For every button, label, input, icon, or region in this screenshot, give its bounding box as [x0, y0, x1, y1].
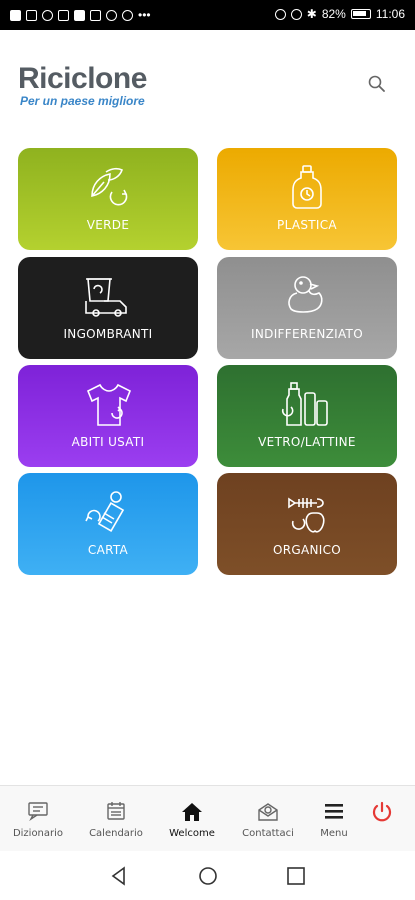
- signal-icon: [26, 9, 37, 21]
- system-navigation-bar: [0, 851, 415, 900]
- bluetooth-icon: ✱: [306, 7, 317, 21]
- home-button-icon[interactable]: [197, 865, 219, 887]
- category-tile-abiti-usati[interactable]: ABITI USATI: [18, 365, 198, 467]
- dictionary-icon: [28, 802, 48, 821]
- tab-label: Welcome: [169, 828, 215, 839]
- category-label: ORGANICO: [272, 543, 342, 557]
- bottles-cans-icon: [281, 382, 328, 426]
- home-icon: [182, 803, 202, 821]
- notification-icon: [74, 9, 85, 21]
- system-icons: ✱ 82% 11:06: [274, 7, 405, 21]
- telegram-icon: [122, 9, 133, 21]
- category-tile-plastica[interactable]: PLASTICA: [217, 148, 397, 250]
- category-label: VERDE: [86, 218, 130, 232]
- battery-icon: [350, 9, 371, 19]
- leaves-recycle-icon: [91, 167, 128, 206]
- category-label: INGOMBRANTI: [63, 327, 153, 341]
- wifi-icon: [42, 9, 53, 21]
- notification-icon: [58, 9, 69, 21]
- category-tile-vetro-lattine[interactable]: VETRO/LATTINE: [217, 365, 397, 467]
- tab-label: Calendario: [89, 828, 143, 839]
- category-tile-verde[interactable]: VERDE: [18, 148, 198, 250]
- plastic-bottle-icon: [292, 165, 322, 209]
- tab-label: Dizionario: [12, 828, 64, 839]
- category-label: PLASTICA: [277, 218, 337, 232]
- notification-icons: •••: [10, 8, 151, 22]
- category-label: INDIFFERENZIATO: [251, 327, 363, 341]
- power-icon: [372, 801, 392, 822]
- search-icon[interactable]: [367, 74, 387, 94]
- category-label: VETRO/LATTINE: [258, 435, 356, 449]
- category-tile-organico[interactable]: ORGANICO: [217, 473, 397, 575]
- tab-welcome[interactable]: Welcome: [156, 786, 228, 852]
- category-tile-ingombranti[interactable]: INGOMBRANTI: [18, 257, 198, 359]
- fish-apple-icon: [288, 497, 325, 533]
- notification-icon: [90, 9, 101, 21]
- app-logo-title: Riciclone: [18, 62, 147, 95]
- tshirt-recycle-icon: [86, 383, 132, 426]
- tab-power[interactable]: [352, 786, 412, 852]
- tab-contattaci[interactable]: Contattaci: [232, 786, 304, 852]
- tab-dizionario[interactable]: Dizionario: [2, 786, 74, 852]
- category-label: CARTA: [87, 543, 129, 557]
- notification-icon: [10, 9, 21, 21]
- status-bar: ••• ✱ 82% 11:06: [0, 0, 415, 30]
- category-label: ABITI USATI: [71, 435, 145, 449]
- bottom-navigation: Dizionario Calendario Welcome Contattaci…: [0, 785, 415, 851]
- rubber-duck-icon: [288, 276, 323, 313]
- tab-label: Contattaci: [242, 828, 294, 839]
- tab-calendario[interactable]: Calendario: [80, 786, 152, 852]
- eye-icon: [274, 8, 286, 20]
- clock: 11:06: [375, 7, 405, 21]
- battery-percentage: 82%: [321, 7, 346, 21]
- calendar-icon: [107, 802, 125, 820]
- contact-icon: [258, 803, 278, 821]
- category-tile-carta[interactable]: CARTA: [18, 473, 198, 575]
- back-icon[interactable]: [108, 865, 130, 887]
- recents-icon[interactable]: [285, 865, 307, 887]
- truck-bin-icon: [85, 278, 127, 317]
- facebook-icon: [106, 9, 117, 21]
- app-logo-subtitle: Per un paese migliore: [20, 94, 145, 108]
- category-tile-indifferenziato[interactable]: INDIFFERENZIATO: [217, 257, 397, 359]
- more-notifications-icon: •••: [138, 8, 151, 22]
- paper-recycle-icon: [85, 491, 125, 532]
- alarm-icon: [290, 8, 302, 20]
- hamburger-icon: [325, 804, 343, 819]
